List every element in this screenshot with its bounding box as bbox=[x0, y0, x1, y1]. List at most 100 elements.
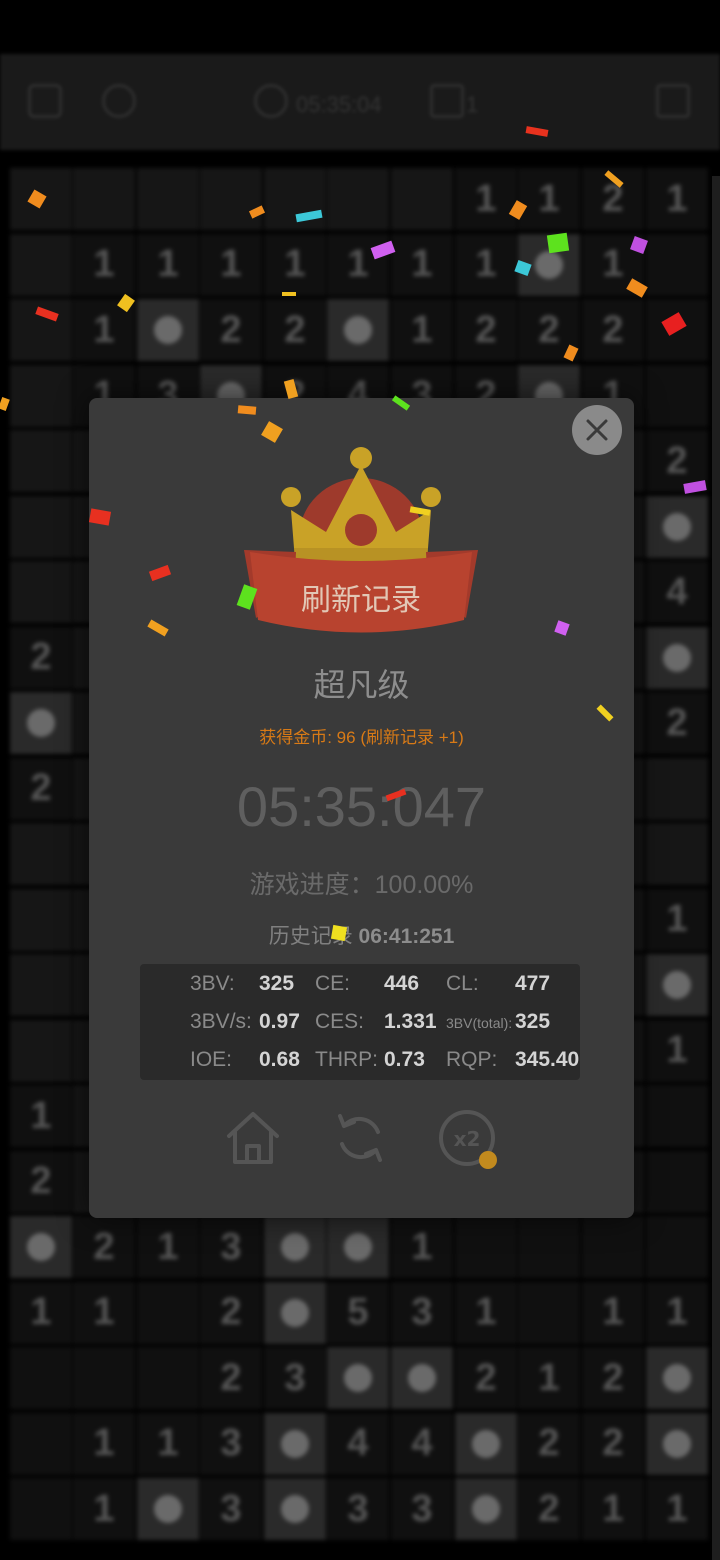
board-cell[interactable]: 1 bbox=[455, 168, 517, 230]
board-cell[interactable] bbox=[646, 626, 708, 689]
board-cell[interactable] bbox=[10, 692, 72, 754]
board-cell[interactable] bbox=[646, 757, 708, 820]
board-cell[interactable] bbox=[646, 495, 708, 558]
board-cell[interactable]: 2 bbox=[455, 1347, 517, 1409]
board-cell[interactable]: 1 bbox=[646, 168, 708, 230]
board-cell[interactable]: 2 bbox=[582, 299, 644, 361]
board-cell[interactable]: 1 bbox=[264, 233, 326, 296]
board-cell[interactable] bbox=[10, 1019, 72, 1082]
board-cell[interactable]: 1 bbox=[10, 1281, 72, 1344]
board-cell[interactable] bbox=[518, 1281, 580, 1344]
board-cell[interactable]: 1 bbox=[73, 299, 135, 361]
board-cell[interactable] bbox=[327, 168, 389, 230]
board-cell[interactable] bbox=[10, 364, 72, 427]
board-cell[interactable]: 2 bbox=[200, 299, 262, 361]
board-cell[interactable]: 1 bbox=[582, 233, 644, 296]
board-cell[interactable]: 3 bbox=[391, 1478, 453, 1540]
board-cell[interactable]: 5 bbox=[327, 1281, 389, 1344]
board-cell[interactable] bbox=[646, 364, 708, 427]
board-cell[interactable] bbox=[646, 1085, 708, 1147]
board-cell[interactable] bbox=[646, 823, 708, 885]
board-cell[interactable] bbox=[10, 1478, 72, 1540]
board-cell[interactable] bbox=[10, 430, 72, 492]
board-cell[interactable] bbox=[646, 233, 708, 296]
board-cell[interactable]: 1 bbox=[327, 233, 389, 296]
board-cell[interactable]: 3 bbox=[200, 1412, 262, 1475]
board-cell[interactable] bbox=[137, 168, 199, 230]
board-cell[interactable]: 1 bbox=[582, 1281, 644, 1344]
board-cell[interactable]: 1 bbox=[391, 233, 453, 296]
board-cell[interactable] bbox=[646, 1412, 708, 1475]
restart-button[interactable] bbox=[330, 1108, 390, 1168]
board-cell[interactable]: 1 bbox=[518, 1347, 580, 1409]
board-cell[interactable] bbox=[455, 1216, 517, 1278]
board-cell[interactable]: 1 bbox=[455, 1281, 517, 1344]
board-cell[interactable] bbox=[200, 168, 262, 230]
board-cell[interactable]: 2 bbox=[582, 168, 644, 230]
board-cell[interactable]: 4 bbox=[327, 1412, 389, 1475]
board-cell[interactable] bbox=[455, 1412, 517, 1475]
board-cell[interactable]: 1 bbox=[137, 1412, 199, 1475]
board-cell[interactable] bbox=[327, 1347, 389, 1409]
board-cell[interactable] bbox=[137, 1478, 199, 1540]
board-cell[interactable] bbox=[73, 168, 135, 230]
board-cell[interactable]: 1 bbox=[137, 1216, 199, 1278]
board-cell[interactable] bbox=[10, 888, 72, 951]
board-cell[interactable]: 1 bbox=[73, 233, 135, 296]
board-cell[interactable]: 2 bbox=[10, 757, 72, 820]
board-cell[interactable] bbox=[10, 168, 72, 230]
board-cell[interactable] bbox=[73, 1347, 135, 1409]
board-cell[interactable]: 2 bbox=[200, 1281, 262, 1344]
board-cell[interactable] bbox=[582, 1216, 644, 1278]
board-cell[interactable] bbox=[646, 299, 708, 361]
board-cell[interactable]: 1 bbox=[73, 1478, 135, 1540]
settings-icon[interactable] bbox=[28, 84, 62, 118]
board-cell[interactable]: 1 bbox=[10, 1085, 72, 1147]
board-cell[interactable]: 2 bbox=[10, 1150, 72, 1213]
board-cell[interactable] bbox=[137, 1281, 199, 1344]
board-cell[interactable] bbox=[10, 233, 72, 296]
board-cell[interactable]: 1 bbox=[518, 168, 580, 230]
board-cell[interactable] bbox=[646, 1150, 708, 1213]
board-cell[interactable] bbox=[137, 1347, 199, 1409]
board-cell[interactable]: 2 bbox=[518, 1478, 580, 1540]
board-cell[interactable]: 1 bbox=[391, 1216, 453, 1278]
board-cell[interactable]: 2 bbox=[646, 692, 708, 754]
board-cell[interactable]: 2 bbox=[518, 299, 580, 361]
home-button[interactable] bbox=[223, 1108, 283, 1168]
board-cell[interactable]: 2 bbox=[73, 1216, 135, 1278]
board-cell[interactable] bbox=[327, 1216, 389, 1278]
scrollbar[interactable] bbox=[712, 176, 720, 1560]
board-cell[interactable]: 2 bbox=[455, 299, 517, 361]
board-cell[interactable]: 3 bbox=[327, 1478, 389, 1540]
board-cell[interactable] bbox=[646, 1216, 708, 1278]
board-cell[interactable] bbox=[264, 1478, 326, 1540]
board-cell[interactable]: 1 bbox=[582, 1478, 644, 1540]
board-cell[interactable]: 1 bbox=[73, 1281, 135, 1344]
board-cell[interactable] bbox=[264, 168, 326, 230]
board-cell[interactable] bbox=[327, 299, 389, 361]
board-cell[interactable]: 2 bbox=[646, 430, 708, 492]
board-cell[interactable]: 1 bbox=[646, 1281, 708, 1344]
board-cell[interactable]: 3 bbox=[200, 1478, 262, 1540]
board-cell[interactable] bbox=[391, 168, 453, 230]
board-cell[interactable] bbox=[10, 1412, 72, 1475]
board-cell[interactable]: 1 bbox=[646, 1478, 708, 1540]
board-cell[interactable]: 1 bbox=[646, 888, 708, 951]
board-cell[interactable]: 2 bbox=[518, 1412, 580, 1475]
board-cell[interactable] bbox=[10, 299, 72, 361]
board-cell[interactable]: 2 bbox=[582, 1347, 644, 1409]
board-cell[interactable]: 3 bbox=[264, 1347, 326, 1409]
board-cell[interactable] bbox=[10, 495, 72, 558]
board-cell[interactable]: 4 bbox=[646, 561, 708, 623]
double-reward-button[interactable]: x2 bbox=[437, 1108, 501, 1174]
board-cell[interactable] bbox=[264, 1412, 326, 1475]
board-cell[interactable]: 1 bbox=[391, 299, 453, 361]
board-cell[interactable]: 3 bbox=[200, 1216, 262, 1278]
board-cell[interactable]: 1 bbox=[646, 1019, 708, 1082]
board-cell[interactable]: 1 bbox=[200, 233, 262, 296]
board-cell[interactable] bbox=[10, 1216, 72, 1278]
board-cell[interactable] bbox=[518, 1216, 580, 1278]
board-cell[interactable] bbox=[264, 1216, 326, 1278]
board-cell[interactable] bbox=[646, 1347, 708, 1409]
